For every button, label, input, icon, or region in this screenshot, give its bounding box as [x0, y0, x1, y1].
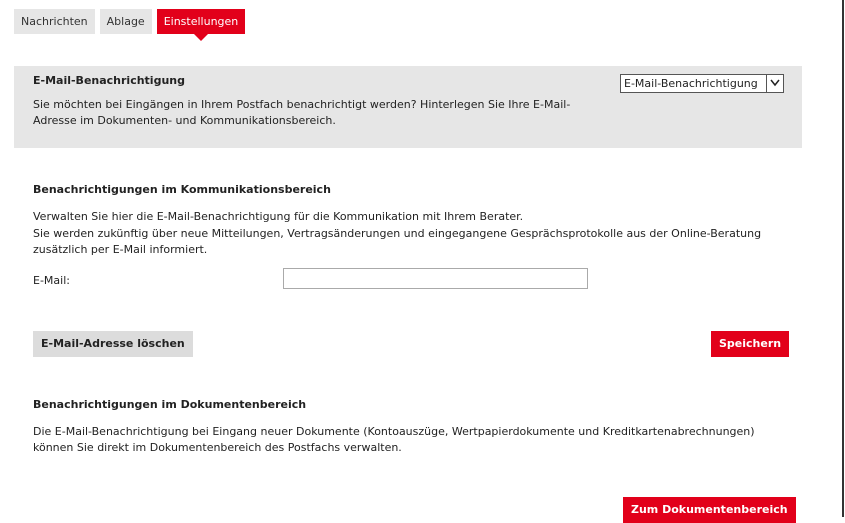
notification-info-text: Sie möchten bei Eingängen in Ihrem Postf… — [33, 98, 571, 127]
notification-type-select-value: E-Mail-Benachrichtigung — [624, 77, 758, 90]
delete-email-button[interactable]: E-Mail-Adresse löschen — [33, 331, 193, 357]
window-border — [842, 0, 844, 517]
tab-einstellungen-label: Einstellungen — [163, 15, 239, 28]
tab-ablage[interactable]: Ablage — [99, 9, 152, 34]
communication-text-line1: Verwalten Sie hier die E-Mail-Benachrich… — [33, 210, 524, 223]
communication-section-title: Benachrichtigungen im Kommunikationsbere… — [33, 183, 331, 196]
tab-einstellungen[interactable]: Einstellungen — [156, 9, 246, 41]
notification-info-title: E-Mail-Benachrichtigung — [33, 74, 185, 87]
documents-section-title: Benachrichtigungen im Dokumentenbereich — [33, 398, 307, 411]
email-label: E-Mail: — [33, 274, 70, 287]
chevron-down-icon[interactable] — [766, 75, 783, 92]
documents-text: Die E-Mail-Benachrichtigung bei Eingang … — [33, 425, 755, 454]
tab-nachrichten[interactable]: Nachrichten — [14, 9, 95, 34]
tab-bar: Nachrichten Ablage Einstellungen — [14, 9, 246, 41]
email-input[interactable] — [283, 268, 588, 289]
go-to-documents-button[interactable]: Zum Dokumentenbereich — [623, 497, 796, 523]
save-button[interactable]: Speichern — [711, 331, 790, 357]
communication-text-line2: Sie werden zukünftig über neue Mitteilun… — [33, 227, 762, 256]
notification-info-panel: E-Mail-Benachrichtigung Sie möchten bei … — [14, 66, 802, 148]
notification-type-select[interactable]: E-Mail-Benachrichtigung — [620, 74, 784, 93]
active-tab-pointer — [193, 34, 208, 41]
